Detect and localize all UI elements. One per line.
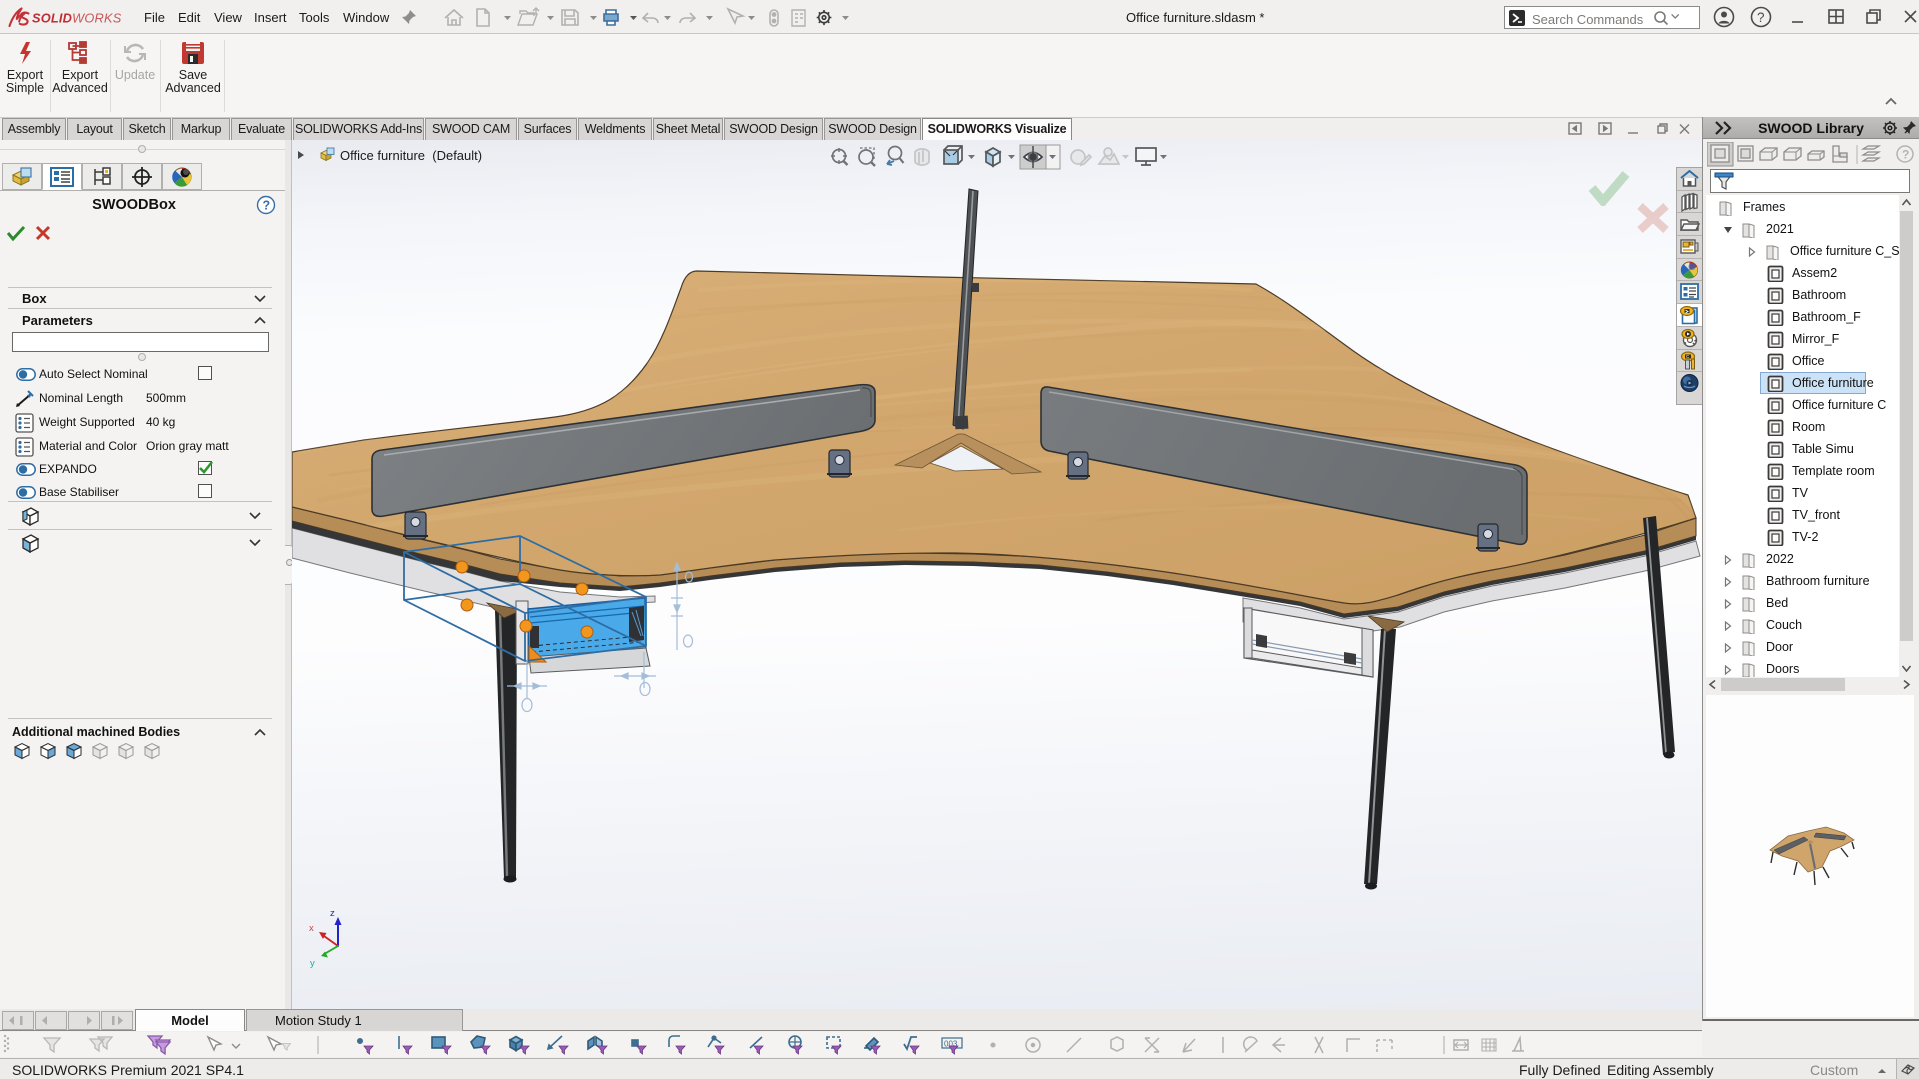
svg-text:x: x: [309, 923, 314, 934]
svg-text:z: z: [330, 908, 335, 919]
svg-text:SOLIDWORKS: SOLIDWORKS: [32, 11, 122, 26]
svg-text:?: ?: [263, 199, 271, 213]
svg-text:?: ?: [1902, 148, 1909, 162]
svg-text:?: ?: [1757, 10, 1765, 25]
svg-text:y: y: [310, 958, 315, 969]
